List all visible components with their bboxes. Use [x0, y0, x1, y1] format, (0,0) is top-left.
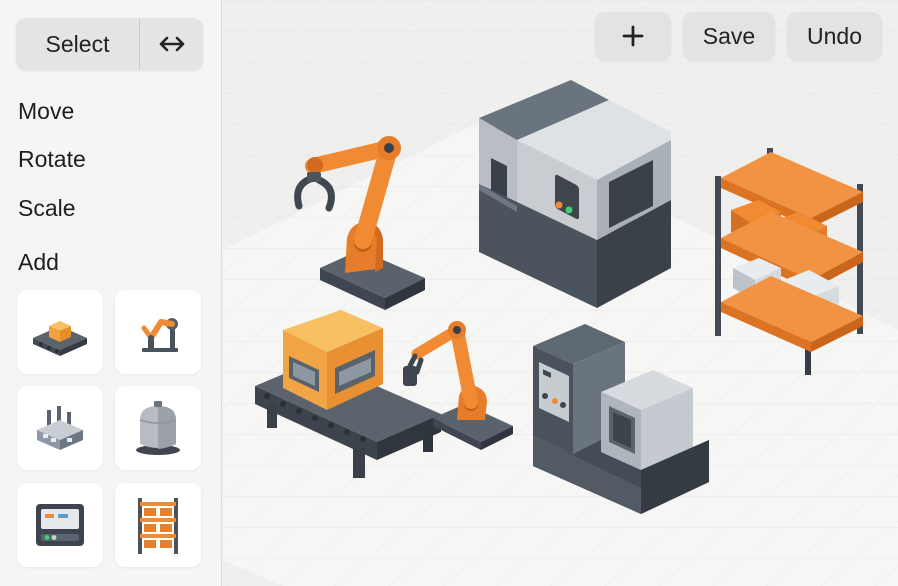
- palette-tile-robot-arm[interactable]: [115, 290, 201, 374]
- scale-tool[interactable]: Scale: [18, 195, 76, 222]
- robot-arm-large[interactable]: [285, 118, 435, 318]
- shelf-icon: [138, 498, 178, 554]
- tank-icon: [136, 401, 180, 455]
- palette-tile-control-panel[interactable]: [17, 483, 103, 567]
- undo-button[interactable]: Undo: [787, 12, 882, 60]
- palette-tile-tank[interactable]: [115, 386, 201, 470]
- control-machine[interactable]: [531, 322, 711, 518]
- robot-arm-icon: [141, 318, 178, 352]
- rotate-tool[interactable]: Rotate: [18, 146, 86, 173]
- select-button[interactable]: Select: [16, 18, 140, 70]
- add-object-button[interactable]: [595, 12, 671, 60]
- horizontal-arrows-icon: [159, 36, 184, 52]
- palette-tile-factory[interactable]: [17, 386, 103, 470]
- mode-toggle-group: Select: [16, 18, 203, 70]
- control-panel-icon: [36, 504, 84, 546]
- plus-icon: [622, 25, 644, 47]
- robot-arm-small[interactable]: [399, 310, 519, 450]
- conveyor-icon: [33, 321, 87, 356]
- palette-tile-conveyor[interactable]: [17, 290, 103, 374]
- swap-mode-button[interactable]: [140, 18, 203, 70]
- scene-canvas[interactable]: Save Undo: [223, 0, 898, 586]
- add-section-heading: Add: [18, 249, 59, 275]
- sidebar: Select Move Rotate Scale Add: [0, 0, 222, 586]
- cnc-machine[interactable]: [473, 78, 673, 310]
- storage-shelf[interactable]: [709, 140, 869, 380]
- palette-tile-shelf[interactable]: [115, 483, 201, 567]
- save-button[interactable]: Save: [683, 12, 775, 60]
- move-tool[interactable]: Move: [18, 98, 74, 125]
- factory-icon: [37, 406, 83, 450]
